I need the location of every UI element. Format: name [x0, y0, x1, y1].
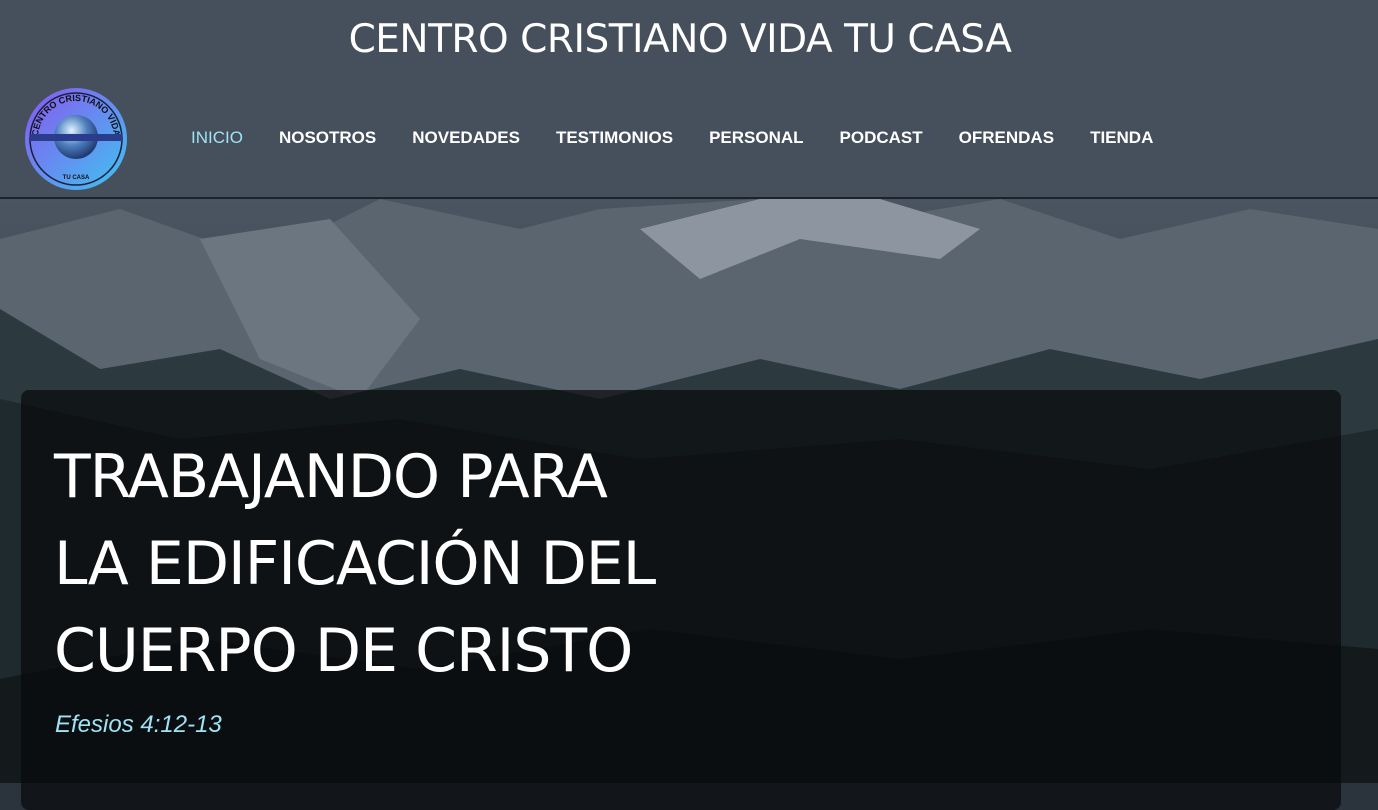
nav-item-novedades[interactable]: NOVEDADES [394, 128, 538, 148]
nav-item-ofrendas[interactable]: OFRENDAS [941, 128, 1072, 148]
logo[interactable]: CENTRO CRISTIANO VIDA TU CASA [24, 87, 128, 191]
nav-item-testimonios[interactable]: TESTIMONIOS [538, 128, 691, 148]
verse-reference: Efesios 4:12-13 [55, 711, 222, 738]
hero-title-line: CUERPO DE CRISTO [54, 616, 633, 686]
site-title[interactable]: CENTRO CRISTIANO VIDA TU CASA [0, 17, 1360, 62]
main-nav: INICIO NOSOTROS NOVEDADES TESTIMONIOS PE… [173, 128, 1171, 148]
svg-text:TU CASA: TU CASA [63, 175, 90, 181]
hero-title-line: LA EDIFICACIÓN DEL [54, 529, 656, 599]
hero-title: TRABAJANDO PARA LA EDIFICACIÓN DEL CUERP… [54, 434, 814, 695]
nav-item-nosotros[interactable]: NOSOTROS [261, 128, 394, 148]
nav-item-tienda[interactable]: TIENDA [1072, 128, 1171, 148]
site-header: CENTRO CRISTIANO VIDA TU CASA CENTRO CRI… [0, 0, 1378, 199]
nav-item-podcast[interactable]: PODCAST [822, 128, 941, 148]
hero-title-line: TRABAJANDO PARA [54, 442, 608, 512]
nav-item-personal[interactable]: PERSONAL [691, 128, 821, 148]
nav-item-inicio[interactable]: INICIO [173, 128, 261, 148]
